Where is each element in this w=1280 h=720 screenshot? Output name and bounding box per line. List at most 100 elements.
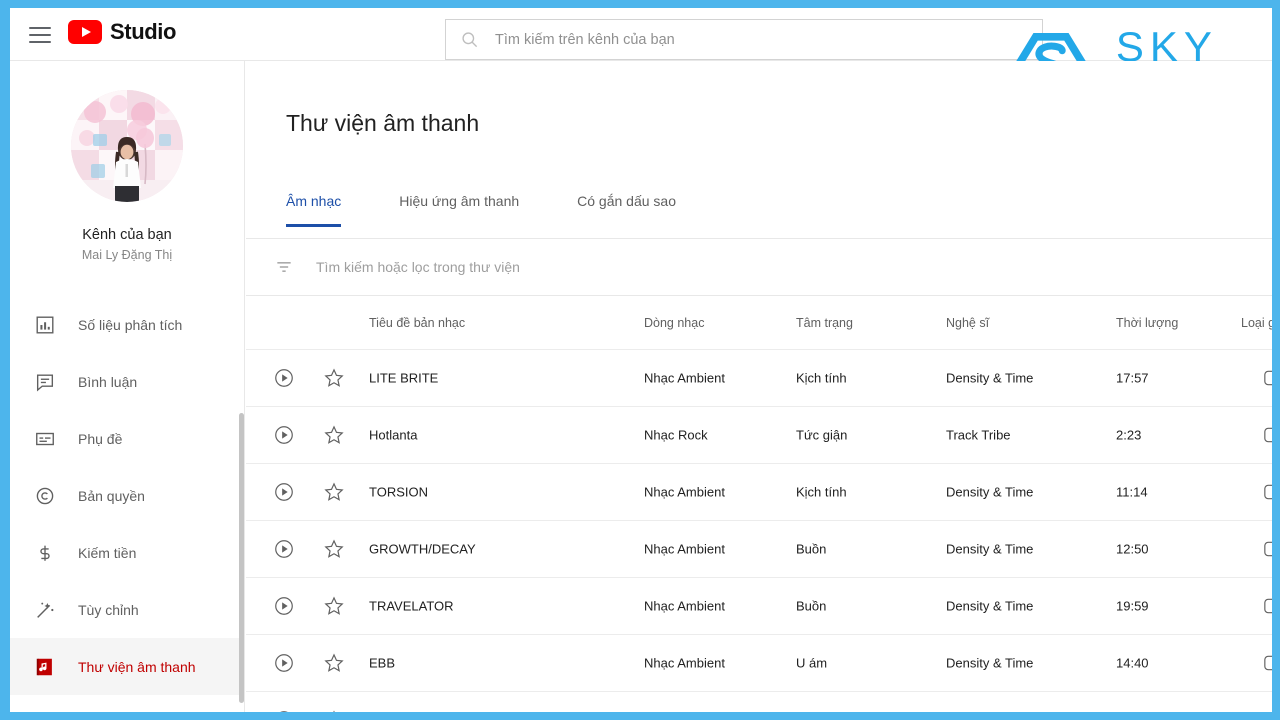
cell-artist: Track Tribe xyxy=(946,427,1011,443)
sidebar-item-comments[interactable]: Bình luận xyxy=(10,353,244,410)
cell-duration: 19:59 xyxy=(1116,598,1149,614)
star-icon[interactable] xyxy=(323,424,345,446)
search-icon xyxy=(462,32,478,48)
page-title: Thư viện âm thanh xyxy=(286,110,480,136)
header-track-title[interactable]: Tiêu đề bản nhạc xyxy=(369,316,465,330)
youtube-play-icon xyxy=(68,20,102,44)
cell-duration: 17:57 xyxy=(1116,370,1149,386)
library-filter-bar[interactable] xyxy=(246,239,1272,296)
cell-mood: Kịch tính xyxy=(796,484,847,500)
license-youtube-icon[interactable] xyxy=(1264,598,1272,614)
customization-icon xyxy=(37,602,54,618)
star-icon[interactable] xyxy=(323,709,345,712)
star-icon[interactable] xyxy=(323,538,345,560)
comment-icon xyxy=(36,373,54,391)
play-icon[interactable] xyxy=(273,709,295,712)
play-icon[interactable] xyxy=(273,367,295,389)
tab-bar: Âm nhạc Hiệu ứng âm thanh Có gắn dấu sao xyxy=(286,193,734,227)
sidebar: Kênh của bạn Mai Ly Đặng Thị Số liệu phâ… xyxy=(10,61,245,712)
library-filter-input[interactable] xyxy=(316,259,916,275)
cell-track-title: EBB xyxy=(369,655,396,671)
tab-starred[interactable]: Có gắn dấu sao xyxy=(577,193,676,227)
sidebar-scrollbar[interactable] xyxy=(239,413,244,703)
header-genre[interactable]: Dòng nhạc xyxy=(644,316,704,330)
sidebar-item-subtitles[interactable]: Phụ đề xyxy=(10,410,244,467)
sidebar-item-analytics[interactable]: Số liệu phân tích xyxy=(10,296,244,353)
table-row[interactable]: TRAVELATOR Nhạc Ambient Buồn Density & T… xyxy=(246,578,1272,635)
sidebar-item-label: Bình luận xyxy=(78,373,138,390)
cell-mood: Buồn xyxy=(796,541,827,557)
cell-genre: Nhạc Ambient xyxy=(644,484,725,500)
license-youtube-icon[interactable] xyxy=(1264,484,1272,500)
monetization-icon xyxy=(40,545,50,561)
play-icon[interactable] xyxy=(273,595,295,617)
license-youtube-icon[interactable] xyxy=(1264,427,1272,443)
audio-library-icon xyxy=(36,658,52,675)
cell-duration: 12:50 xyxy=(1116,541,1149,557)
table-row[interactable]: EBB Nhạc Ambient U ám Density & Time 14:… xyxy=(246,635,1272,692)
license-youtube-icon[interactable] xyxy=(1264,541,1272,557)
cell-genre: Nhạc Ambient xyxy=(644,655,725,671)
table-row[interactable]: GROWTH/DECAY Nhạc Ambient Buồn Density &… xyxy=(246,521,1272,578)
channel-title: Kênh của bạn xyxy=(82,227,172,243)
main-content: Thư viện âm thanh Âm nhạc Hiệu ứng âm th… xyxy=(246,61,1272,712)
header-license[interactable]: Loại g xyxy=(1241,316,1272,330)
play-icon[interactable] xyxy=(273,481,295,503)
sidebar-item-audio-library[interactable]: Thư viện âm thanh xyxy=(10,638,244,695)
sidebar-item-copyright[interactable]: Bản quyền xyxy=(10,467,244,524)
tab-label: Âm nhạc xyxy=(286,193,342,209)
cell-artist: Density & Time xyxy=(946,655,1034,671)
cell-track-title: Hotlanta xyxy=(369,427,418,443)
play-icon[interactable] xyxy=(273,424,295,446)
cell-duration: 2:23 xyxy=(1116,427,1142,443)
sidebar-item-label: Kiếm tiền xyxy=(78,544,137,561)
sidebar-item-label: Thư viện âm thanh xyxy=(78,658,196,675)
cell-mood: Tức giận xyxy=(796,427,848,443)
cell-artist: Density & Time xyxy=(946,370,1034,386)
sidebar-item-monetization[interactable]: Kiếm tiền xyxy=(10,524,244,581)
header-duration[interactable]: Thời lượng xyxy=(1116,316,1178,330)
tab-label: Có gắn dấu sao xyxy=(577,193,676,209)
search-input[interactable] xyxy=(495,31,995,48)
table-row[interactable]: AETHER Nhạc Ambient U ám Density & Time … xyxy=(246,692,1272,712)
star-icon[interactable] xyxy=(323,595,345,617)
table-row[interactable]: Hotlanta Nhạc Rock Tức giận Track Tribe … xyxy=(246,407,1272,464)
cell-artist: Density & Time xyxy=(946,484,1034,500)
tab-music[interactable]: Âm nhạc xyxy=(286,193,342,227)
sidebar-item-label: Phụ đề xyxy=(78,430,123,447)
cell-duration: 11:14 xyxy=(1116,484,1148,500)
youtube-studio-logo[interactable]: Studio xyxy=(68,19,176,45)
hamburger-icon[interactable] xyxy=(24,22,58,48)
cell-track-title: GROWTH/DECAY xyxy=(369,541,476,557)
sidebar-item-label: Bản quyền xyxy=(78,487,145,504)
cell-artist: Density & Time xyxy=(946,598,1034,614)
top-bar: Studio xyxy=(10,8,1272,61)
channel-search-bar[interactable] xyxy=(445,19,1043,60)
cell-genre: Nhạc Ambient xyxy=(644,370,725,386)
star-icon[interactable] xyxy=(323,652,345,674)
channel-summary: Kênh của bạn Mai Ly Đặng Thị xyxy=(10,61,244,262)
star-icon[interactable] xyxy=(323,367,345,389)
table-header-row: Tiêu đề bản nhạc Dòng nhạc Tâm trạng Ngh… xyxy=(246,296,1272,350)
star-icon[interactable] xyxy=(323,481,345,503)
cell-track-title: LITE BRITE xyxy=(369,370,439,386)
sidebar-item-customization[interactable]: Tùy chỉnh xyxy=(10,581,244,638)
table-row[interactable]: TORSION Nhạc Ambient Kịch tính Density &… xyxy=(246,464,1272,521)
cell-track-title: TRAVELATOR xyxy=(369,598,454,614)
tab-sound-effects[interactable]: Hiệu ứng âm thanh xyxy=(399,193,519,227)
subtitles-icon xyxy=(36,432,54,445)
license-youtube-icon[interactable] xyxy=(1264,655,1272,671)
table-row[interactable]: LITE BRITE Nhạc Ambient Kịch tính Densit… xyxy=(246,350,1272,407)
license-youtube-icon[interactable] xyxy=(1264,370,1272,386)
play-icon[interactable] xyxy=(273,538,295,560)
header-artist[interactable]: Nghệ sĩ xyxy=(946,316,989,330)
cell-genre: Nhạc Rock xyxy=(644,427,708,443)
cell-mood: U ám xyxy=(796,655,828,671)
avatar[interactable] xyxy=(71,90,183,202)
header-mood[interactable]: Tâm trạng xyxy=(796,316,853,330)
play-icon[interactable] xyxy=(273,652,295,674)
cell-track-title: TORSION xyxy=(369,484,428,500)
studio-logo-text: Studio xyxy=(110,19,177,44)
audio-library-table: Tiêu đề bản nhạc Dòng nhạc Tâm trạng Ngh… xyxy=(246,296,1272,712)
filter-icon[interactable] xyxy=(274,257,294,277)
